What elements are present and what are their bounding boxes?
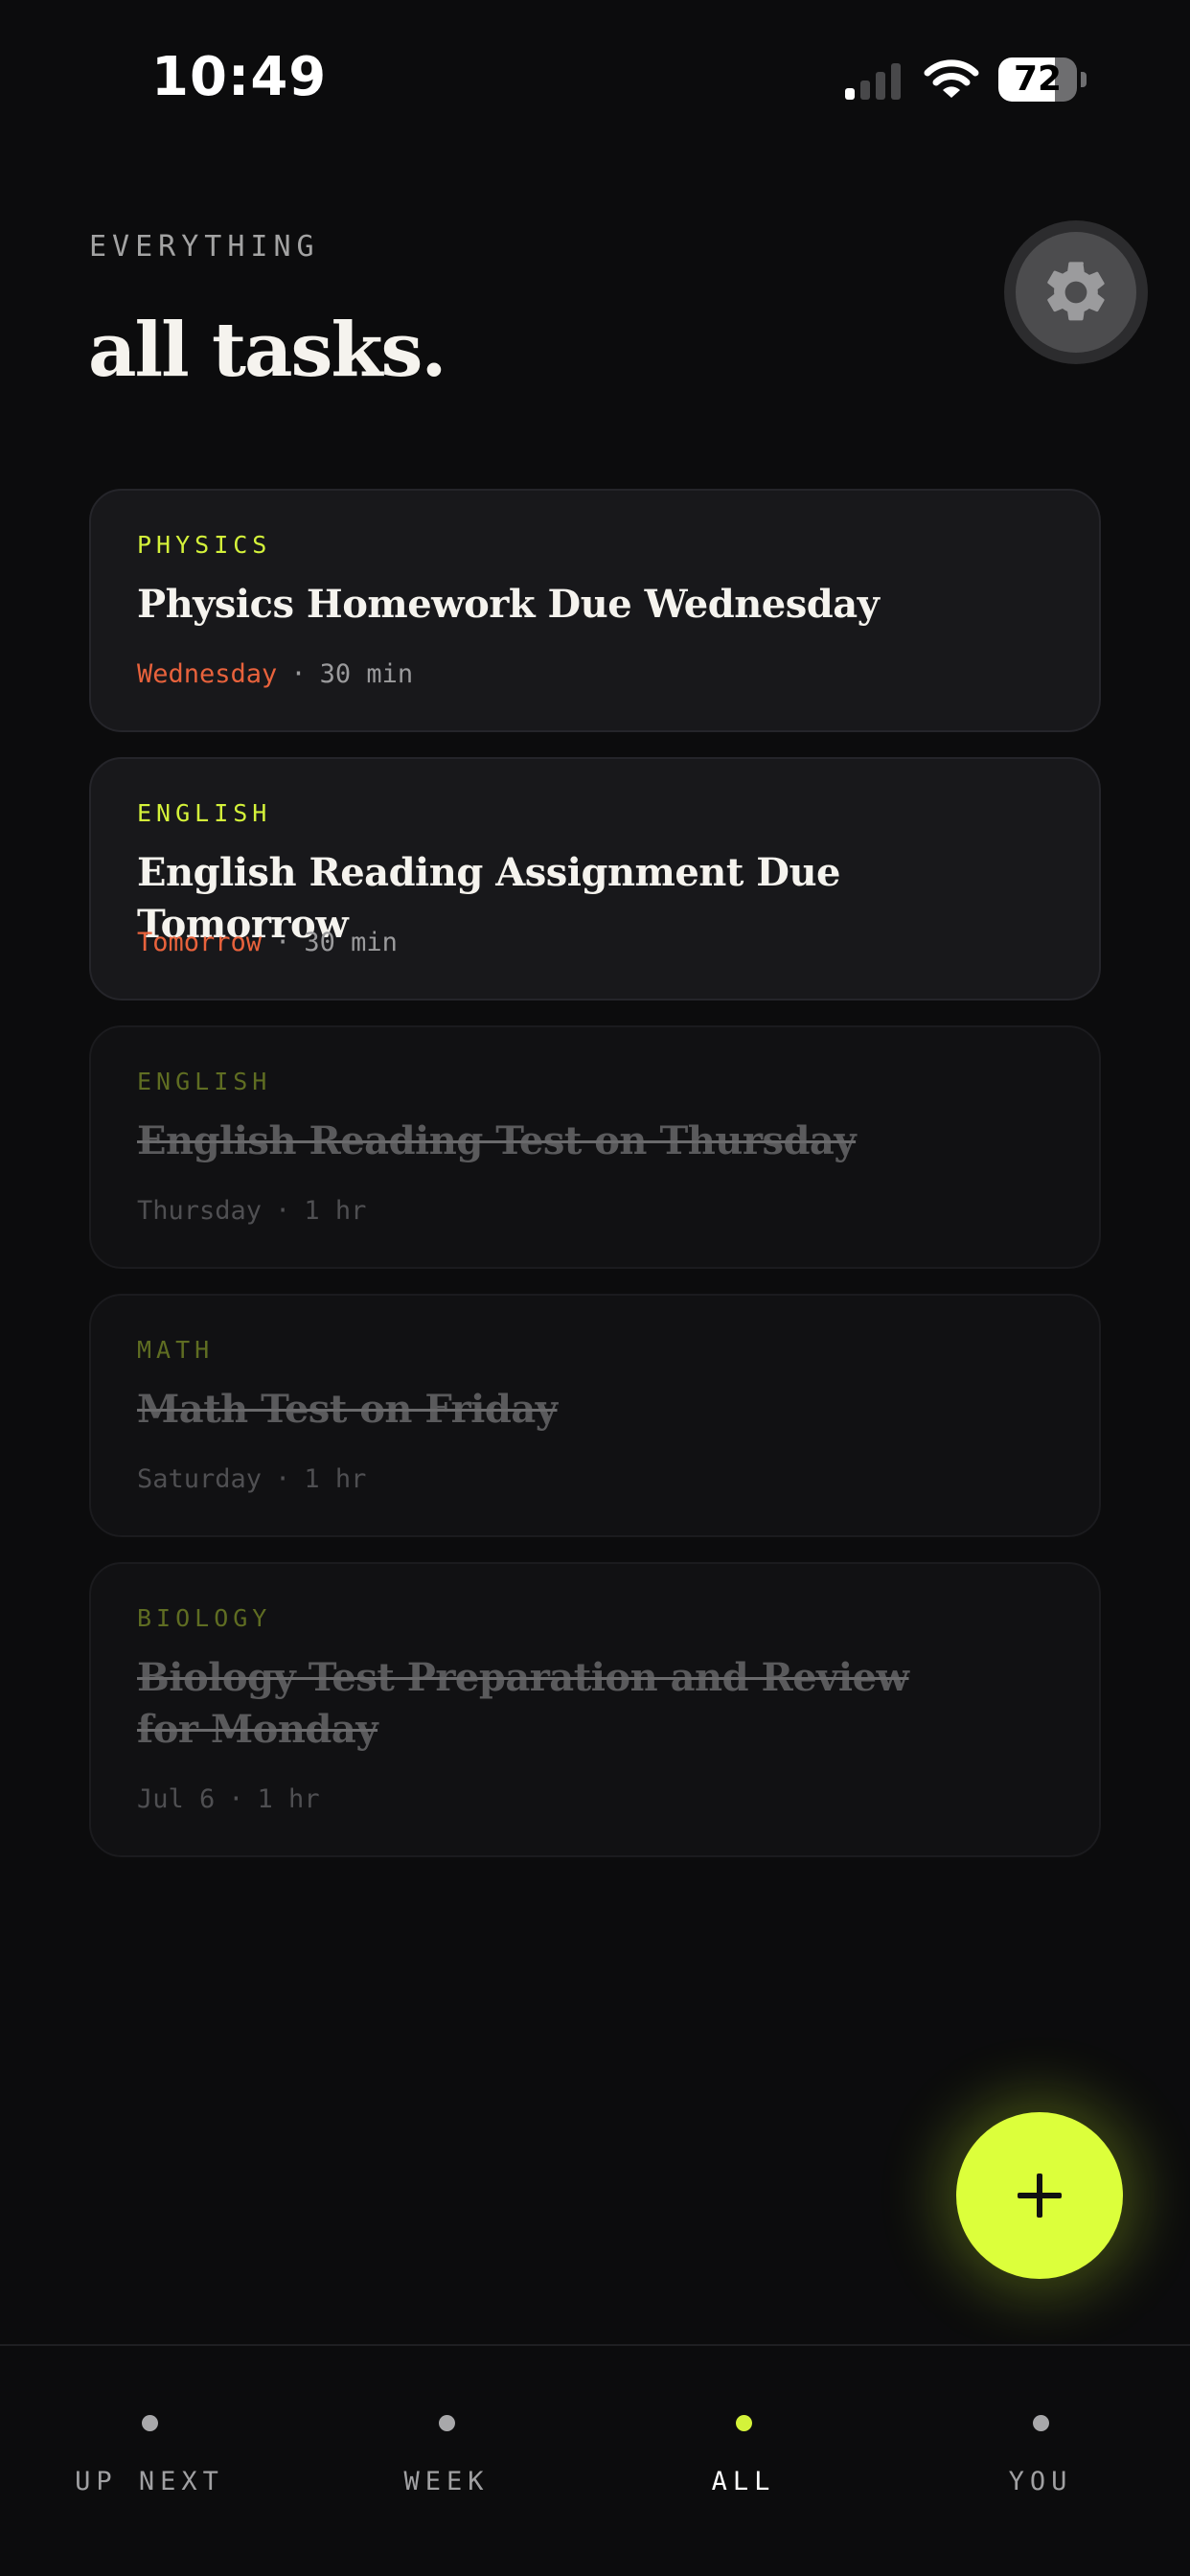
task-meta-separator: · xyxy=(275,1196,291,1226)
tab-all[interactable]: ALL xyxy=(595,2346,892,2509)
status-time: 10:49 xyxy=(151,46,328,108)
task-due: Saturday xyxy=(137,1464,263,1494)
wifi-icon xyxy=(924,59,979,98)
task-meta: Jul 6 · 1 hr xyxy=(137,1784,320,1814)
tab-week[interactable]: WEEK xyxy=(298,2346,595,2509)
battery-percent: 72 xyxy=(1013,59,1063,99)
add-task-button[interactable] xyxy=(956,2112,1123,2279)
task-duration: 1 hr xyxy=(304,1464,367,1494)
task-card-completed[interactable]: BIOLOGY Biology Test Preparation and Rev… xyxy=(89,1562,1101,1857)
status-bar: 10:49 72 xyxy=(0,0,1190,161)
task-card[interactable]: PHYSICS Physics Homework Due Wednesday W… xyxy=(89,489,1101,732)
task-subject: MATH xyxy=(137,1336,215,1364)
task-title: Math Test on Friday xyxy=(137,1387,558,1432)
task-subject: PHYSICS xyxy=(137,531,272,559)
tab-dot xyxy=(142,2415,158,2431)
task-meta: Tomorrow · 30 min xyxy=(137,928,398,957)
task-meta-separator: · xyxy=(228,1784,244,1814)
tab-label: ALL xyxy=(711,2467,776,2496)
tab-dot xyxy=(1033,2415,1049,2431)
cellular-signal-icon xyxy=(845,63,901,100)
page-title: all tasks. xyxy=(88,307,447,394)
task-card[interactable]: ENGLISH English Reading Assignment Due T… xyxy=(89,757,1101,1000)
task-meta-separator: · xyxy=(275,928,291,957)
task-title: English Reading Test on Thursday xyxy=(137,1118,857,1163)
task-card-completed[interactable]: ENGLISH English Reading Test on Thursday… xyxy=(89,1025,1101,1269)
tab-label: YOU xyxy=(1008,2467,1073,2496)
tab-label: WEEK xyxy=(403,2467,490,2496)
task-title: Biology Test Preparation and Review for … xyxy=(137,1655,909,1752)
tab-bar: UP NEXT WEEK ALL YOU xyxy=(0,2344,1190,2576)
task-duration: 1 hr xyxy=(257,1784,320,1814)
page-eyebrow: EVERYTHING xyxy=(89,230,320,264)
task-subject: BIOLOGY xyxy=(137,1604,272,1632)
task-meta-separator: · xyxy=(275,1464,291,1494)
task-due: Jul 6 xyxy=(137,1784,216,1814)
task-title: Physics Homework Due Wednesday xyxy=(137,582,880,627)
battery-icon: 72 xyxy=(998,58,1087,102)
task-due: Thursday xyxy=(137,1196,263,1226)
settings-button[interactable] xyxy=(1004,220,1148,364)
task-subject: ENGLISH xyxy=(137,799,272,827)
tab-up-next[interactable]: UP NEXT xyxy=(1,2346,298,2509)
tab-label: UP NEXT xyxy=(75,2467,224,2496)
tab-dot xyxy=(439,2415,455,2431)
task-card-completed[interactable]: MATH Math Test on Friday Saturday · 1 hr xyxy=(89,1294,1101,1537)
tab-you[interactable]: YOU xyxy=(892,2346,1189,2509)
task-duration: 30 min xyxy=(304,928,398,957)
task-meta: Saturday · 1 hr xyxy=(137,1464,366,1494)
task-meta-separator: · xyxy=(290,659,307,689)
task-meta: Thursday · 1 hr xyxy=(137,1196,366,1226)
task-due: Tomorrow xyxy=(137,928,263,957)
task-meta: Wednesday · 30 min xyxy=(137,659,413,689)
tab-dot xyxy=(736,2415,752,2431)
task-subject: ENGLISH xyxy=(137,1068,272,1095)
task-duration: 1 hr xyxy=(304,1196,367,1226)
plus-icon xyxy=(1018,2174,1062,2218)
task-due: Wednesday xyxy=(137,659,278,689)
gear-icon xyxy=(1047,262,1105,321)
task-duration: 30 min xyxy=(319,659,414,689)
